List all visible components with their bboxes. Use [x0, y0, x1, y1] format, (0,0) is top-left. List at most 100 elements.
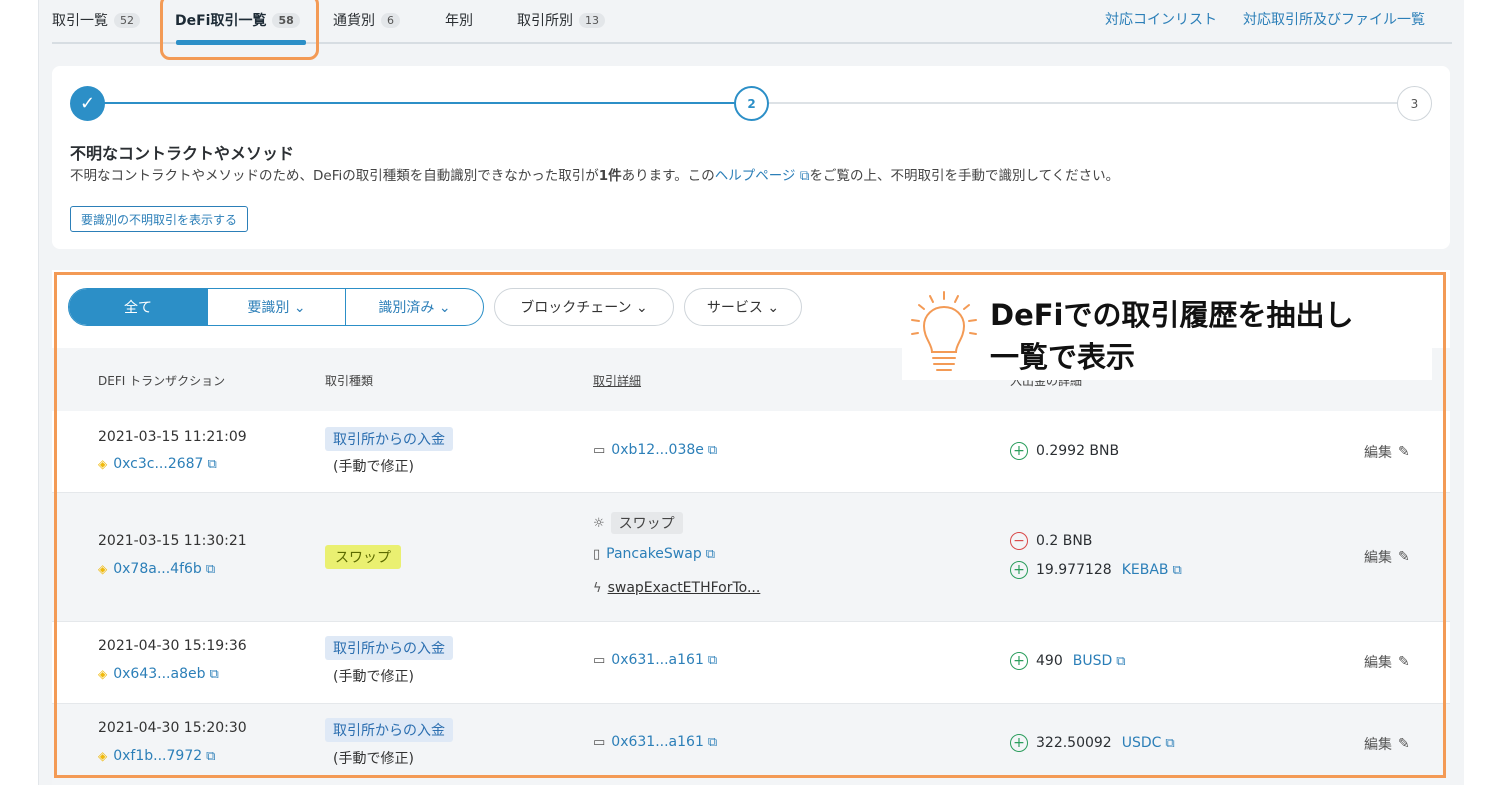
lightbulb-icon [911, 291, 977, 371]
supported-coins-link[interactable]: 対応コインリスト [1105, 9, 1217, 29]
address-link[interactable]: 0x631...a161 [611, 652, 704, 668]
external-link-icon[interactable]: ⧉ [210, 667, 219, 682]
external-link-icon[interactable]: ⧉ [1173, 563, 1182, 578]
bnb-chain-icon: ◈ [98, 457, 108, 471]
plus-circle-icon: + [1010, 652, 1028, 670]
edit-icon: ✎ [1398, 549, 1410, 565]
external-link-icon[interactable]: ⧉ [708, 735, 717, 750]
tx-type: 取引所からの入金 [325, 636, 453, 660]
table-row[interactable]: 2021-04-30 15:19:36 ◈ 0x643...a8eb ⧉ 取引所… [52, 622, 1450, 704]
address-link[interactable]: 0xb12...038e [611, 442, 704, 458]
type-badge: 取引所からの入金 [325, 718, 453, 742]
tx-hash: ◈ 0x643...a8eb ⧉ [98, 666, 219, 682]
wallet-icon: ▭ [593, 734, 606, 750]
amount-value: 0.2992 BNB [1036, 443, 1120, 459]
supported-exchanges-link[interactable]: 対応取引所及びファイル一覧 [1243, 9, 1425, 29]
progress-card: ✓ 2 3 不明なコントラクトやメソッド 不明なコントラクトやメソッドのため、D… [52, 66, 1450, 249]
token-link[interactable]: USDC [1122, 735, 1162, 751]
external-link-icon[interactable]: ⧉ [708, 653, 717, 668]
desc-text: あります。この [621, 168, 715, 184]
progress-line-complete [102, 102, 736, 104]
edit-button[interactable]: 編集 ✎ [1364, 442, 1410, 462]
tab-highlight-frame [160, 0, 319, 60]
table-row[interactable]: 2021-04-30 15:20:30 ◈ 0xf1b...7972 ⧉ 取引所… [52, 704, 1450, 785]
tab-by-exchange[interactable]: 取引所別 13 [517, 9, 605, 31]
token-link[interactable]: KEBAB [1122, 562, 1169, 578]
amount-out: − 0.2 BNB [1010, 532, 1092, 550]
wallet-icon: ▭ [593, 652, 606, 668]
edit-label: 編集 [1364, 655, 1392, 671]
help-page-link[interactable]: ヘルプページ [715, 168, 796, 184]
tx-hash: ◈ 0xf1b...7972 ⧉ [98, 748, 215, 764]
filter-bar: 全て 要識別 ⌄ 識別済み ⌄ ブロックチェーン ⌄ サービス ⌄ [68, 288, 802, 326]
filter-identified-dropdown[interactable]: 識別済み ⌄ [345, 289, 483, 325]
tab-label: 取引所別 [517, 13, 573, 29]
service-filter-dropdown[interactable]: サービス ⌄ [684, 288, 802, 326]
method-link[interactable]: swapExactETHForTo... [608, 580, 761, 596]
tx-date: 2021-03-15 11:21:09 [98, 429, 247, 445]
header-detail[interactable]: 取引詳細 [593, 372, 641, 389]
table-row[interactable]: 2021-03-15 11:21:09 ◈ 0xc3c...2687 ⧉ 取引所… [52, 411, 1450, 493]
progress-line-pending [768, 102, 1398, 104]
header-type[interactable]: 取引種類 [325, 372, 373, 389]
external-link-icon[interactable]: ⧉ [1165, 736, 1174, 751]
tx-detail: ▭ 0xb12...038e ⧉ [593, 442, 717, 458]
external-link-icon[interactable]: ⧉ [207, 457, 216, 472]
tx-hash-link[interactable]: 0x78a...4f6b [113, 561, 202, 577]
annotation-callout: DeFiでの取引履歴を抽出し 一覧で表示 [902, 290, 1432, 380]
tx-hash: ◈ 0x78a...4f6b ⧉ [98, 561, 215, 577]
edit-button[interactable]: 編集 ✎ [1364, 734, 1410, 754]
external-link-icon[interactable]: ⧉ [206, 749, 215, 764]
amount-value: 19.977128 [1036, 562, 1112, 578]
header-tx[interactable]: DEFI トランザクション [98, 372, 225, 389]
amount-in: + 19.977128 KEBAB ⧉ [1010, 561, 1182, 579]
minus-circle-icon: − [1010, 532, 1028, 550]
tab-count-badge: 6 [381, 12, 400, 28]
tab-transactions[interactable]: 取引一覧 52 [52, 9, 140, 31]
plus-circle-icon: + [1010, 442, 1028, 460]
tab-by-year[interactable]: 年別 [445, 9, 473, 31]
callout-line-1: DeFiでの取引履歴を抽出し [990, 298, 1354, 332]
tx-type: スワップ [325, 545, 401, 569]
step-2-indicator: 2 [734, 86, 769, 121]
desc-count: 1件 [598, 168, 622, 184]
tx-date: 2021-03-15 11:30:21 [98, 533, 247, 549]
tx-type: 取引所からの入金 [325, 427, 453, 451]
callout-text: DeFiでの取引履歴を抽出し 一覧で表示 [990, 294, 1354, 378]
step-3-indicator: 3 [1397, 86, 1432, 121]
bnb-chain-icon: ◈ [98, 667, 108, 681]
external-link-icon[interactable]: ⧉ [206, 562, 215, 577]
tx-hash-link[interactable]: 0x643...a8eb [113, 666, 205, 682]
filter-all-button[interactable]: 全て [69, 289, 207, 325]
tx-date: 2021-04-30 15:20:30 [98, 720, 247, 736]
callout-line-2: 一覧で表示 [990, 340, 1136, 374]
tab-by-currency[interactable]: 通貨別 6 [333, 9, 400, 31]
amount-in: + 322.50092 USDC ⧉ [1010, 734, 1175, 752]
service-link[interactable]: PancakeSwap [606, 546, 702, 562]
edit-button[interactable]: 編集 ✎ [1364, 652, 1410, 672]
external-link-icon[interactable]: ⧉ [1116, 654, 1125, 669]
step-1-check-icon: ✓ [70, 86, 105, 121]
document-icon: ▯ [593, 546, 601, 562]
table-row[interactable]: 2021-03-15 11:30:21 ◈ 0x78a...4f6b ⧉ スワッ… [52, 493, 1450, 622]
blockchain-filter-dropdown[interactable]: ブロックチェーン ⌄ [494, 288, 674, 326]
tab-label: 通貨別 [333, 13, 375, 29]
tx-hash-link[interactable]: 0xf1b...7972 [113, 748, 202, 764]
external-link-icon[interactable]: ⧉ [708, 443, 717, 458]
lightbulb-icon: ☼ [593, 515, 605, 531]
type-badge: スワップ [325, 545, 401, 569]
plus-circle-icon: + [1010, 561, 1028, 579]
type-note: (手動で修正) [333, 669, 414, 685]
external-link-icon[interactable]: ⧉ [706, 547, 715, 562]
type-note: (手動で修正) [333, 751, 414, 767]
amount-in: + 490 BUSD ⧉ [1010, 652, 1126, 670]
address-link[interactable]: 0x631...a161 [611, 734, 704, 750]
edit-button[interactable]: 編集 ✎ [1364, 547, 1410, 567]
show-unidentified-button[interactable]: 要識別の不明取引を表示する [70, 206, 249, 232]
tx-hash-link[interactable]: 0xc3c...2687 [113, 456, 203, 472]
tx-hash: ◈ 0xc3c...2687 ⧉ [98, 456, 217, 472]
lightning-icon: ϟ [593, 580, 602, 596]
filter-needs-id-dropdown[interactable]: 要識別 ⌄ [207, 289, 345, 325]
token-link[interactable]: BUSD [1073, 653, 1113, 669]
detail-tag: ☼ スワップ [593, 512, 683, 534]
